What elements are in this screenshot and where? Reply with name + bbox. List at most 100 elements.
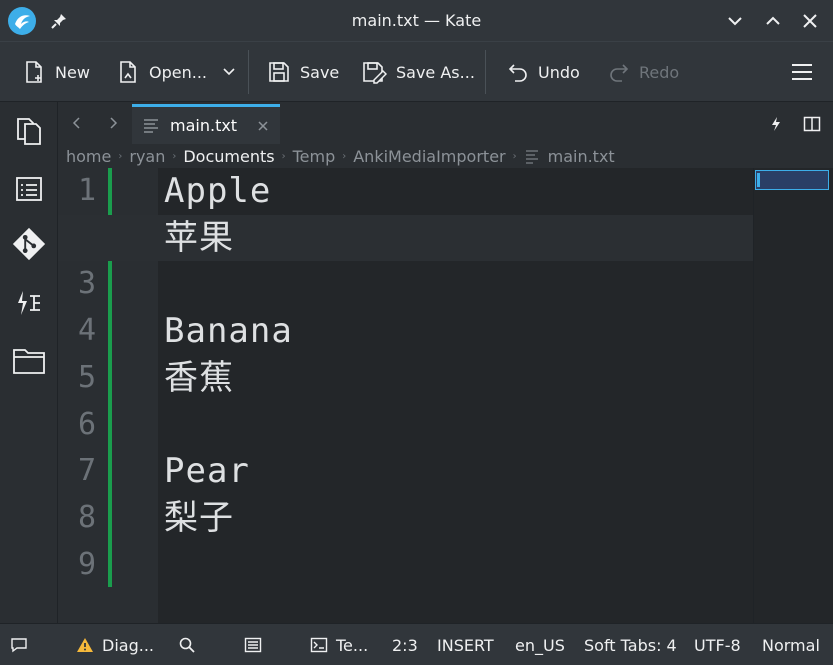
minimize-button[interactable] bbox=[722, 8, 748, 34]
open-button[interactable]: Open... bbox=[112, 54, 211, 90]
warning-icon bbox=[77, 638, 93, 652]
toolbar-separator bbox=[248, 50, 249, 94]
line-number: 3 bbox=[77, 266, 96, 302]
open-document-icon bbox=[120, 61, 136, 83]
code-line[interactable]: Pear bbox=[164, 448, 754, 495]
breadcrumb-separator-icon: › bbox=[118, 150, 123, 162]
save-button[interactable]: Save bbox=[263, 54, 343, 90]
breadcrumb-separator-icon: › bbox=[172, 150, 177, 162]
list-icon bbox=[244, 637, 262, 653]
cursor-position[interactable]: 2:3 bbox=[392, 624, 418, 665]
folder-icon bbox=[13, 349, 45, 374]
line-number: 9 bbox=[77, 546, 96, 582]
quick-open-button[interactable] bbox=[764, 112, 788, 136]
back-button[interactable] bbox=[66, 112, 88, 134]
code-line[interactable] bbox=[164, 542, 754, 589]
indentation-selector[interactable]: Soft Tabs: 4 bbox=[584, 624, 677, 665]
tab-bar: main.txt bbox=[58, 102, 833, 144]
documents-panel-button[interactable] bbox=[10, 112, 48, 150]
dictionary-selector[interactable]: en_US bbox=[515, 624, 565, 665]
breadcrumb-item-ankimediaimporter[interactable]: AnkiMediaImporter bbox=[349, 147, 509, 166]
git-icon bbox=[12, 227, 46, 261]
syntax-mode-selector[interactable]: Normal bbox=[762, 624, 820, 665]
minimap-modified-marker bbox=[757, 173, 760, 187]
breadcrumb-item-documents[interactable]: Documents bbox=[179, 147, 278, 166]
undo-button[interactable]: Undo bbox=[503, 54, 584, 90]
chevron-up-icon bbox=[766, 16, 780, 25]
git-panel-button[interactable] bbox=[10, 225, 48, 263]
editor-view[interactable]: 1 2 3 4 5 6 7 8 9 Apple 苹果 Banana 香蕉 Pea… bbox=[58, 168, 833, 623]
chevron-right-icon bbox=[110, 117, 118, 129]
toolbar-separator bbox=[485, 50, 486, 94]
input-mode[interactable]: INSERT bbox=[437, 624, 494, 665]
breadcrumb: home › ryan › Documents › Temp › AnkiMed… bbox=[58, 144, 833, 168]
pin-icon[interactable] bbox=[48, 10, 70, 32]
new-button[interactable]: New bbox=[18, 54, 94, 90]
chevron-down-icon bbox=[223, 68, 235, 76]
redo-button-label: Redo bbox=[639, 62, 680, 82]
minimap-viewport[interactable] bbox=[755, 170, 829, 190]
line-number: 4 bbox=[77, 313, 96, 349]
line-number: 1 bbox=[77, 173, 96, 208]
encoding-selector[interactable]: UTF-8 bbox=[694, 624, 741, 665]
output-button[interactable] bbox=[244, 624, 262, 665]
message-icon bbox=[11, 638, 27, 653]
filesystem-panel-button[interactable] bbox=[10, 342, 48, 380]
redo-button[interactable]: Redo bbox=[604, 54, 683, 90]
text-area[interactable]: Apple 苹果 Banana 香蕉 Pear 梨子 bbox=[164, 168, 754, 588]
breadcrumb-separator-icon: › bbox=[342, 150, 347, 162]
code-line[interactable]: 梨子 bbox=[164, 495, 754, 542]
tab-close-button[interactable] bbox=[256, 119, 270, 133]
projects-panel-button[interactable] bbox=[10, 170, 48, 208]
code-line[interactable] bbox=[164, 401, 754, 448]
line-number: 6 bbox=[77, 406, 96, 442]
hamburger-menu-icon bbox=[792, 64, 812, 80]
chevron-left-icon bbox=[72, 117, 80, 129]
code-line[interactable]: 苹果 bbox=[164, 215, 754, 262]
minimap[interactable] bbox=[753, 168, 833, 623]
left-sidebar bbox=[0, 102, 58, 623]
diagnostics-button[interactable]: Diag... bbox=[76, 624, 154, 665]
kate-app-icon[interactable] bbox=[8, 7, 36, 35]
breadcrumb-item-ryan[interactable]: ryan bbox=[125, 147, 169, 166]
code-line[interactable]: Banana bbox=[164, 308, 754, 355]
breadcrumb-item-file[interactable]: main.txt bbox=[544, 147, 619, 166]
search-button[interactable] bbox=[178, 624, 196, 665]
code-line[interactable] bbox=[164, 261, 754, 308]
line-number: 7 bbox=[77, 453, 96, 489]
list-icon bbox=[16, 177, 42, 201]
redo-icon bbox=[610, 64, 629, 82]
messages-button[interactable] bbox=[10, 624, 28, 665]
breadcrumb-item-home[interactable]: home bbox=[62, 147, 115, 166]
terminal-button[interactable]: Te... bbox=[310, 624, 368, 665]
new-button-label: New bbox=[55, 62, 90, 82]
build-panel-button[interactable] bbox=[10, 284, 48, 322]
build-icon bbox=[18, 291, 40, 315]
line-number: 8 bbox=[77, 499, 96, 535]
search-icon bbox=[179, 637, 195, 653]
tab-main-txt[interactable]: main.txt bbox=[132, 104, 280, 144]
window-title: main.txt — Kate bbox=[351, 11, 482, 30]
text-file-icon bbox=[144, 118, 158, 133]
undo-button-label: Undo bbox=[538, 62, 580, 82]
hamburger-menu-button[interactable] bbox=[786, 54, 818, 90]
main-toolbar: New Open... Save Save As... Undo Redo bbox=[0, 42, 833, 102]
save-button-label: Save bbox=[300, 62, 340, 82]
close-icon bbox=[803, 14, 817, 28]
forward-button[interactable] bbox=[102, 112, 124, 134]
code-line[interactable]: 香蕉 bbox=[164, 355, 754, 402]
split-view-button[interactable] bbox=[800, 112, 824, 136]
save-as-icon bbox=[363, 62, 387, 84]
title-bar: main.txt — Kate bbox=[0, 0, 833, 42]
line-number: 5 bbox=[77, 359, 96, 395]
save-as-button[interactable]: Save As... bbox=[357, 54, 479, 90]
breadcrumb-item-temp[interactable]: Temp bbox=[289, 147, 340, 166]
maximize-button[interactable] bbox=[760, 8, 786, 34]
lightning-icon bbox=[772, 117, 780, 131]
save-as-button-label: Save As... bbox=[396, 62, 475, 82]
save-icon bbox=[269, 62, 289, 82]
close-window-button[interactable] bbox=[797, 8, 823, 34]
terminal-label: Te... bbox=[336, 635, 369, 655]
open-recent-dropdown[interactable] bbox=[217, 54, 241, 90]
code-line[interactable]: Apple bbox=[164, 168, 754, 215]
